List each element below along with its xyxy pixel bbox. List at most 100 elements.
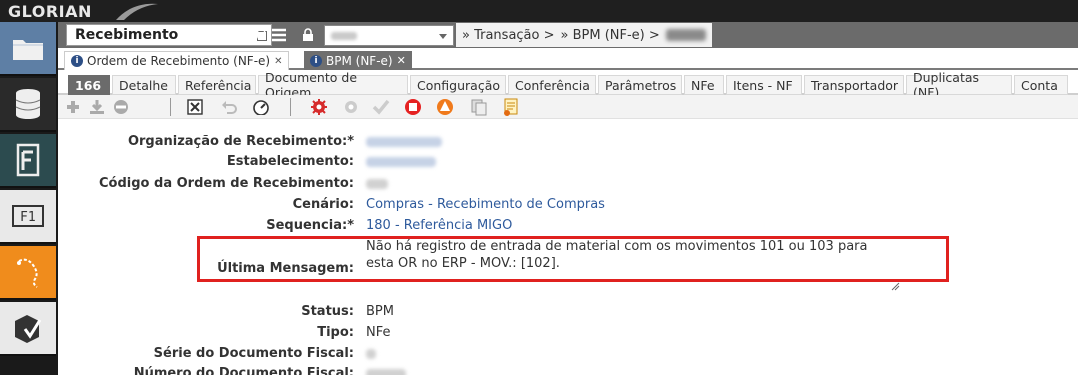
top-bar: GLORIAN: [0, 0, 1078, 22]
ultima-mensagem-label: Última Mensagem:: [217, 261, 354, 276]
ultima-mensagem-textarea[interactable]: Não há registro de entrada de material c…: [366, 238, 906, 272]
codigo-label: Código da Ordem de Recebimento:: [99, 176, 354, 191]
sidebar-database-button[interactable]: [0, 78, 56, 132]
section-tabs: 166 Detalhe Referência Documento de Orig…: [58, 70, 1078, 100]
document-tabs: i Ordem de Recebimento (NF-e) ✕ i BPM (N…: [58, 48, 1078, 70]
status-value: BPM: [366, 304, 394, 319]
field-organizacao: Organização de Recebimento:*: [58, 131, 1078, 151]
tipo-label: Tipo:: [317, 325, 354, 340]
ultima-mensagem-line-2: esta OR no ERP - MOV.: [102].: [366, 256, 560, 271]
breadcrumb-bpm[interactable]: » BPM (NF-e) >: [561, 28, 660, 43]
close-icon[interactable]: ✕: [274, 56, 282, 67]
field-codigo: Código da Ordem de Recebimento:: [58, 173, 1078, 193]
breadcrumb-transacao[interactable]: » Transação >: [462, 28, 555, 43]
numero-label: Número do Documento Fiscal:: [133, 366, 354, 375]
field-status: Status: BPM: [58, 301, 1078, 321]
field-sequencia: Sequencia:* 180 - Referência MIGO: [58, 215, 1078, 235]
info-icon: i: [310, 54, 322, 67]
tab-166[interactable]: 166: [68, 75, 110, 95]
tab-detalhe[interactable]: Detalhe: [112, 75, 176, 95]
sequencia-value[interactable]: 180 - Referência MIGO: [366, 218, 512, 233]
field-numero: Número do Documento Fiscal:: [58, 363, 1078, 375]
cancel-icon[interactable]: [186, 98, 204, 116]
breadcrumb-current: [665, 29, 706, 41]
download-icon[interactable]: [88, 98, 106, 116]
tab-transportador[interactable]: Transportador: [804, 75, 904, 95]
tab-referencia[interactable]: Referência: [178, 75, 256, 95]
sidebar: F1: [0, 22, 58, 375]
sidebar-document-button[interactable]: [0, 134, 56, 188]
sequencia-label: Sequencia:*: [266, 218, 354, 233]
tab-duplicatas[interactable]: Duplicatas (NF): [906, 70, 1012, 100]
breadcrumb: » Transação > » BPM (NF-e) >: [456, 23, 712, 47]
organization-select-value: [331, 32, 357, 40]
map-route-icon: [17, 258, 38, 288]
tab-conta[interactable]: Conta: [1014, 75, 1068, 95]
svg-text:F1: F1: [20, 210, 36, 225]
remove-icon[interactable]: [112, 98, 130, 116]
gear-disabled-icon[interactable]: [342, 98, 360, 116]
menu-label: MENU: [222, 26, 267, 44]
page-title: Recebimento: [75, 27, 179, 43]
organizacao-value[interactable]: [366, 137, 442, 147]
info-icon: i: [71, 55, 83, 67]
cenario-value[interactable]: Compras - Recebimento de Compras: [366, 197, 605, 212]
copy-documents-icon[interactable]: [470, 98, 488, 116]
field-serie: Série do Documento Fiscal:: [58, 343, 1078, 363]
lock-button[interactable]: [298, 25, 318, 45]
check-icon[interactable]: [372, 98, 390, 116]
tab-configuracao[interactable]: Configuração: [410, 75, 506, 95]
toolbar: [58, 95, 1078, 119]
f1-key-icon: F1: [12, 205, 44, 227]
hamburger-icon: [271, 28, 286, 42]
document-form-icon: [16, 143, 40, 177]
tab-label: Ordem de Recebimento (NF-e): [87, 54, 271, 68]
tab-conferencia[interactable]: Conferência: [508, 75, 596, 95]
header-bar: Recebimento MENU » Transação > » BPM (NF…: [58, 22, 1078, 48]
status-label: Status:: [301, 304, 354, 319]
tab-parametros[interactable]: Parâmetros: [598, 75, 682, 95]
tab-itens-nf[interactable]: Itens - NF: [726, 75, 802, 95]
cenario-label: Cenário:: [292, 197, 354, 212]
box-check-icon: [15, 315, 42, 343]
sidebar-folder-button[interactable]: [0, 22, 56, 76]
tab-nfe[interactable]: NFe: [684, 75, 724, 95]
sidebar-map-button[interactable]: [0, 246, 56, 300]
menu-button[interactable]: MENU: [218, 22, 291, 48]
add-icon[interactable]: [64, 98, 82, 116]
sidebar-f1-button[interactable]: F1: [0, 190, 56, 244]
settings-icon[interactable]: [310, 98, 328, 116]
estabelecimento-value[interactable]: [366, 157, 436, 167]
database-icon: [15, 89, 41, 119]
folder-icon: [13, 40, 43, 60]
numero-value: [366, 369, 406, 375]
toolbar-divider: [290, 98, 291, 116]
form-area: Organização de Recebimento:* Estabelecim…: [58, 119, 1078, 375]
undo-icon[interactable]: [220, 98, 238, 116]
tab-bpm-nfe[interactable]: i BPM (NF-e) ✕: [304, 51, 412, 70]
ultima-mensagem-line-1: Não há registro de entrada de material c…: [366, 239, 868, 254]
toolbar-divider: [170, 98, 171, 116]
codigo-value: [366, 179, 388, 189]
field-cenario: Cenário: Compras - Recebimento de Compra…: [58, 194, 1078, 214]
tab-label: BPM (NF-e): [326, 53, 393, 68]
estabelecimento-label: Estabelecimento:: [226, 154, 354, 169]
lock-icon: [303, 28, 313, 41]
tab-ordem-recebimento[interactable]: i Ordem de Recebimento (NF-e) ✕: [64, 51, 290, 70]
stop-icon[interactable]: [404, 98, 422, 116]
tipo-value: NFe: [366, 325, 391, 340]
serie-label: Série do Documento Fiscal:: [153, 346, 354, 361]
tab-documento-origem[interactable]: Documento de Origem: [258, 70, 408, 100]
report-icon[interactable]: [502, 98, 520, 116]
sidebar-box-check-button[interactable]: [0, 302, 56, 356]
gauge-icon[interactable]: [252, 98, 270, 116]
app-logo: GLORIAN: [8, 2, 92, 21]
close-icon[interactable]: ✕: [397, 54, 406, 67]
organization-select[interactable]: [324, 25, 454, 46]
organizacao-label: Organização de Recebimento:*: [127, 134, 354, 149]
field-tipo: Tipo: NFe: [58, 322, 1078, 342]
logo-swoosh-icon: [116, 3, 158, 20]
chevron-down-icon: [439, 34, 447, 39]
warning-icon[interactable]: [436, 98, 454, 116]
resize-handle-icon[interactable]: [890, 281, 900, 291]
